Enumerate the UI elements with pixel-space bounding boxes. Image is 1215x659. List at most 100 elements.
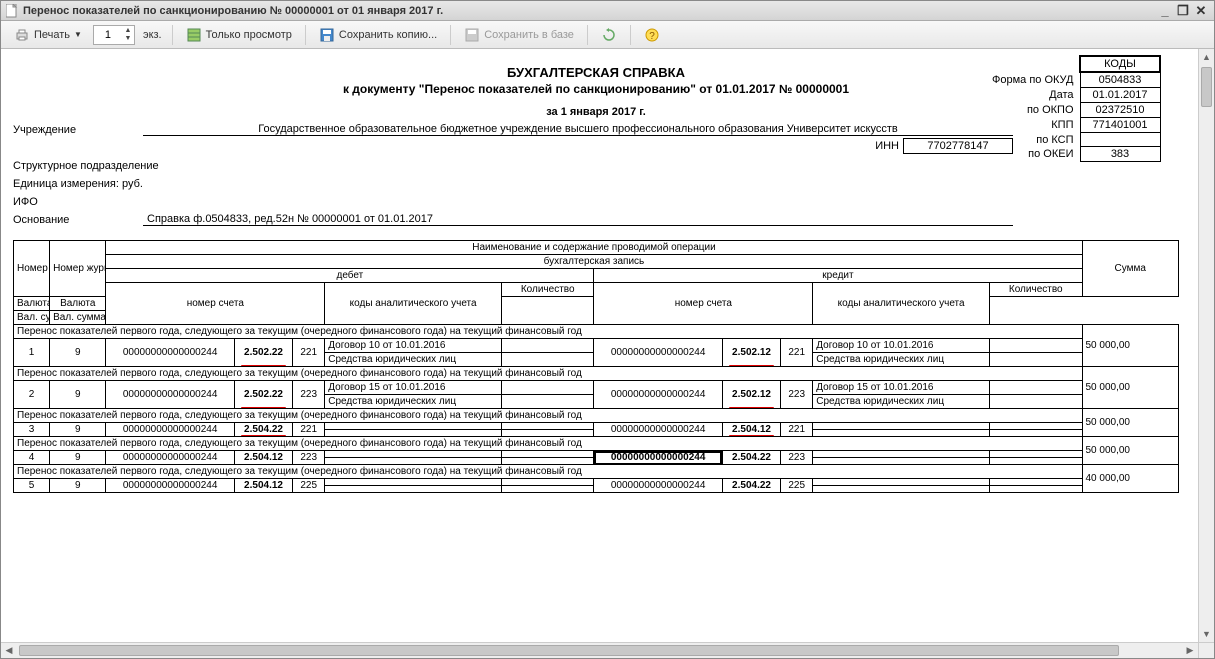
inn-label: ИНН (875, 140, 899, 152)
debit-qty (502, 479, 594, 486)
credit-suffix: 221 (781, 423, 813, 437)
ksp-label: по КСП (986, 133, 1080, 147)
credit-account[interactable]: 00000000000000244 (594, 423, 723, 437)
date-label: Дата (986, 88, 1080, 103)
table-row[interactable]: 59000000000000002442.504.122250000000000… (14, 479, 1179, 486)
row-journal: 9 (50, 423, 106, 437)
section-row: Перенос показателей первого года, следую… (14, 465, 1179, 479)
th-num: Номер п/п (14, 241, 50, 297)
refresh-button[interactable] (594, 24, 624, 46)
debit-suffix: 221 (293, 423, 325, 437)
save-to-db-button: Сохранить в базе (457, 24, 581, 46)
debit-currency (502, 353, 594, 367)
section-row: Перенос показателей первого года, следую… (14, 325, 1179, 339)
table-row[interactable]: 39000000000000002442.504.222210000000000… (14, 423, 1179, 430)
credit-currency (990, 430, 1083, 437)
preview-only-label: Только просмотр (206, 29, 292, 41)
maximize-button[interactable]: ❐ (1174, 3, 1192, 19)
row-journal: 9 (50, 451, 106, 465)
spin-up-icon[interactable]: ▲ (122, 27, 134, 35)
table-lock-icon (186, 27, 202, 43)
debit-analytics-2: Средства юридических лиц (325, 395, 502, 409)
credit-currency (990, 395, 1083, 409)
credit-qty (990, 451, 1083, 458)
credit-account[interactable]: 00000000000000244 (594, 381, 723, 409)
th-d-valsum: Вал. сумма (14, 311, 50, 325)
section-text: Перенос показателей первого года, следую… (14, 325, 1083, 339)
debit-account: 00000000000000244 (106, 451, 235, 465)
table-row[interactable]: 19000000000000002442.502.22221Договор 10… (14, 339, 1179, 353)
scroll-down-icon[interactable]: ▼ (1199, 626, 1214, 642)
help-icon: ? (644, 27, 660, 43)
credit-account[interactable]: 00000000000000244 (594, 479, 723, 493)
table-row[interactable]: 49000000000000002442.504.122230000000000… (14, 451, 1179, 458)
print-button[interactable]: Печать ▼ (7, 24, 89, 46)
refresh-icon (601, 27, 617, 43)
svg-text:?: ? (649, 31, 655, 42)
sum-cell: 50 000,00 (1082, 367, 1179, 409)
row-num: 3 (14, 423, 50, 437)
row-num: 1 (14, 339, 50, 367)
credit-code: 2.504.22 (722, 451, 780, 465)
th-operation: Наименование и содержание проводимой опе… (106, 241, 1082, 255)
close-button[interactable]: ✕ (1192, 3, 1210, 19)
debit-currency (502, 458, 594, 465)
debit-currency (502, 486, 594, 493)
th-entry: бухгалтерская запись (106, 255, 1082, 269)
table-row[interactable]: 29000000000000002442.502.22223Договор 15… (14, 381, 1179, 395)
row-journal: 9 (50, 381, 106, 409)
th-debit: дебет (106, 269, 594, 283)
scroll-left-icon[interactable]: ◀ (1, 643, 17, 658)
credit-code: 2.504.22 (722, 479, 780, 493)
printer-icon (14, 27, 30, 43)
diskette-db-icon (464, 27, 480, 43)
scroll-thumb-v[interactable] (1201, 67, 1212, 107)
scroll-right-icon[interactable]: ▶ (1182, 643, 1198, 658)
section-row: Перенос показателей первого года, следую… (14, 367, 1179, 381)
credit-code: 2.504.12 (722, 423, 780, 437)
okei-label: по ОКЕИ (986, 147, 1080, 162)
save-copy-button[interactable]: Сохранить копию... (312, 24, 444, 46)
debit-qty (502, 339, 594, 353)
vertical-scrollbar[interactable]: ▲ ▼ (1198, 49, 1214, 642)
debit-code: 2.504.22 (234, 423, 292, 437)
sum-cell: 50 000,00 (1082, 325, 1179, 367)
th-credit: кредит (594, 269, 1082, 283)
credit-analytics-2: Средства юридических лиц (813, 353, 990, 367)
credit-suffix: 225 (781, 479, 813, 493)
help-button[interactable]: ? (637, 24, 667, 46)
scroll-thumb-h[interactable] (19, 645, 1119, 656)
save-copy-label: Сохранить копию... (339, 29, 437, 41)
row-journal: 9 (50, 479, 106, 493)
debit-code: 2.502.22 (234, 381, 292, 409)
preview-only-button[interactable]: Только просмотр (179, 24, 299, 46)
copies-unit-label: экз. (139, 29, 166, 41)
debit-account: 00000000000000244 (106, 339, 235, 367)
th-c-account: номер счета (594, 283, 813, 325)
kpp-label: КПП (986, 118, 1080, 133)
debit-analytics-2 (325, 458, 502, 465)
credit-currency (990, 458, 1083, 465)
th-d-analytics: коды аналитического учета (325, 283, 502, 325)
copies-spinner[interactable]: ▲ ▼ (93, 25, 135, 45)
debit-analytics-1 (325, 479, 502, 486)
section-text: Перенос показателей первого года, следую… (14, 437, 1083, 451)
credit-account[interactable]: 00000000000000244 (594, 339, 723, 367)
debit-suffix: 223 (293, 381, 325, 409)
scroll-up-icon[interactable]: ▲ (1199, 49, 1214, 65)
okud-label: Форма по ОКУД (986, 72, 1080, 88)
spin-down-icon[interactable]: ▼ (122, 35, 134, 43)
row-num: 2 (14, 381, 50, 409)
minimize-button[interactable]: _ (1156, 3, 1174, 19)
th-c-qty: Количество (990, 283, 1083, 297)
debit-analytics-2: Средства юридических лиц (325, 353, 502, 367)
horizontal-scrollbar[interactable]: ◀ ▶ (1, 642, 1198, 658)
codes-block: КОДЫ Форма по ОКУД0504833 Дата01.01.2017… (986, 55, 1161, 162)
debit-suffix: 223 (293, 451, 325, 465)
copies-input[interactable] (94, 29, 122, 41)
okpo-value: 02372510 (1080, 103, 1160, 118)
debit-suffix: 225 (293, 479, 325, 493)
credit-account[interactable]: 00000000000000244 (594, 451, 723, 465)
credit-analytics-2 (813, 486, 990, 493)
section-text: Перенос показателей первого года, следую… (14, 465, 1083, 479)
